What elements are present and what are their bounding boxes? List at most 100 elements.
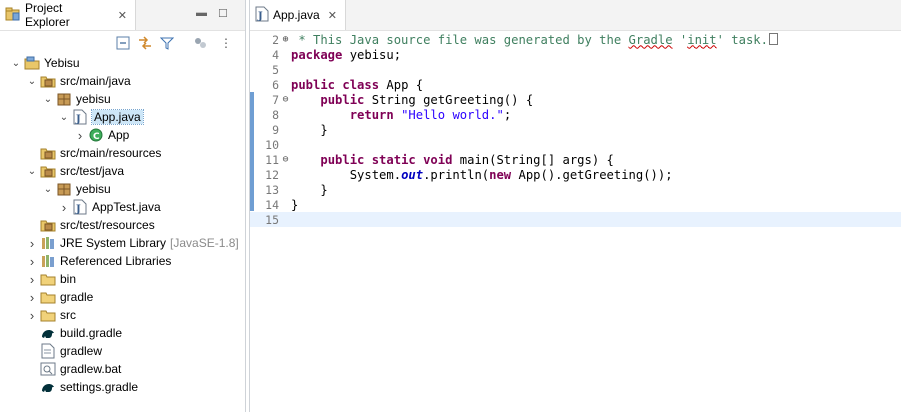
chevron-right-icon[interactable]: › (74, 128, 86, 143)
code-line[interactable]: 12 System.out.println(new App().getGreet… (250, 167, 901, 182)
tree-item-label: Yebisu (44, 56, 80, 70)
tree-item-label: AppTest.java (92, 200, 161, 214)
tree-item[interactable]: src/test/resources (26, 216, 155, 234)
code-line[interactable]: 2 ⊕ * This Java source file was generated… (250, 32, 901, 47)
source-folder-icon (40, 163, 56, 179)
tab-project-explorer[interactable]: Project Explorer ✕ (0, 0, 136, 30)
code-line[interactable]: 9 } (250, 122, 901, 137)
tree-item[interactable]: ⌄ src/test/java (26, 162, 124, 180)
tree-item[interactable]: › JRE System Library [JavaSE-1.8] (26, 234, 239, 252)
focus-icon[interactable] (192, 35, 208, 51)
line-number: 7 (272, 92, 279, 107)
code-line[interactable]: 10 (250, 137, 901, 152)
package-icon (56, 181, 72, 197)
code-text: } (291, 197, 299, 212)
code-editor[interactable]: 2 ⊕ * This Java source file was generated… (250, 32, 901, 412)
chevron-right-icon[interactable]: › (26, 272, 38, 287)
svg-text:C: C (93, 132, 100, 142)
chevron-down-icon[interactable]: ⌄ (42, 94, 54, 105)
tree-item[interactable]: src/main/resources (26, 144, 161, 162)
code-text: * This Java source file was generated by… (291, 32, 778, 47)
link-with-editor-icon[interactable] (137, 35, 153, 51)
tree-item[interactable]: ⌄ J App.java (58, 108, 144, 126)
explorer-tab-bar: Project Explorer ✕ ▬ ☐ (0, 0, 245, 31)
tab-label: Project Explorer (25, 1, 70, 29)
tree-item[interactable]: ⌄ yebisu (42, 90, 111, 108)
tree-item-label: bin (60, 272, 77, 286)
text-file-icon (40, 343, 56, 359)
line-number: 2 (272, 32, 279, 47)
code-line[interactable]: 6 public class App { (250, 77, 901, 92)
code-text: } (291, 182, 328, 197)
chevron-right-icon[interactable]: › (26, 308, 38, 323)
tree-item[interactable]: › src (26, 306, 76, 324)
tree-item[interactable]: build.gradle (26, 324, 122, 342)
line-number: 15 (265, 212, 279, 227)
chevron-right-icon[interactable]: › (58, 200, 70, 215)
tree-item-label: App (108, 128, 130, 142)
tree-item[interactable]: › bin (26, 270, 76, 288)
library-icon (40, 235, 56, 251)
code-text: System.out.println(new App().getGreeting… (291, 167, 673, 182)
tab-app-java[interactable]: J App.java ✕ (250, 0, 346, 30)
tree-item[interactable]: settings.gradle (26, 378, 138, 396)
collapse-fold-icon[interactable]: ⊖ (280, 154, 291, 165)
code-text: package yebisu; (291, 47, 402, 62)
maximize-icon[interactable]: ☐ (218, 7, 228, 20)
project-icon (24, 55, 40, 71)
line-number: 12 (265, 167, 279, 182)
code-line[interactable]: 7 ⊖ public String getGreeting() { (250, 92, 901, 107)
tree-item[interactable]: › C App (74, 126, 130, 144)
filter-icon[interactable] (159, 35, 175, 51)
line-number: 11 (265, 152, 279, 167)
tree-item-label: src/main/java (60, 74, 131, 88)
source-folder-icon (40, 73, 56, 89)
chevron-right-icon[interactable]: › (26, 254, 38, 269)
line-number: 13 (265, 182, 279, 197)
close-icon[interactable]: ✕ (118, 9, 127, 22)
code-line[interactable]: 5 (250, 62, 901, 77)
expand-fold-icon[interactable]: ⊕ (280, 34, 291, 45)
library-icon (40, 253, 56, 269)
code-line[interactable]: 8 return "Hello world."; (250, 107, 901, 122)
minimize-icon[interactable]: ▬ (196, 7, 207, 19)
tree-item[interactable]: gradlew.bat (26, 360, 121, 378)
tree-item-label: settings.gradle (60, 380, 139, 394)
bat-file-icon (40, 361, 56, 377)
chevron-right-icon[interactable]: › (26, 236, 38, 251)
tree-item-label: App.java (91, 109, 144, 125)
tree-item[interactable]: ⌄ src/main/java (26, 72, 131, 90)
chevron-right-icon[interactable]: › (26, 290, 38, 305)
tree-item-label: Referenced Libraries (60, 254, 172, 268)
tree-item[interactable]: gradlew (26, 342, 102, 360)
code-line[interactable]: 13 } (250, 182, 901, 197)
chevron-down-icon[interactable]: ⌄ (10, 58, 22, 69)
gradle-file-icon (40, 325, 56, 341)
line-number: 4 (272, 47, 279, 62)
code-line[interactable]: 4 package yebisu; (250, 47, 901, 62)
close-icon[interactable]: ✕ (328, 9, 337, 22)
source-folder-icon (40, 145, 56, 161)
chevron-down-icon[interactable]: ⌄ (58, 112, 70, 123)
tree-item-label: src/test/resources (60, 218, 155, 232)
tree-item[interactable]: › Referenced Libraries (26, 252, 172, 270)
line-number: 9 (272, 122, 279, 137)
code-line[interactable]: 14} (250, 197, 901, 212)
collapse-fold-icon[interactable]: ⊖ (280, 94, 291, 105)
tree-item[interactable]: ⌄ yebisu (42, 180, 111, 198)
chevron-down-icon[interactable]: ⌄ (26, 166, 38, 177)
project-explorer-view: Project Explorer ✕ ▬ ☐ ⋮ ⌄ Yebisu ⌄ src/mai… (0, 0, 246, 412)
tree-item[interactable]: › J AppTest.java (58, 198, 161, 216)
tree-item-label: src/main/resources (60, 146, 162, 160)
tree-item[interactable]: › gradle (26, 288, 94, 306)
view-menu-icon[interactable]: ⋮ (218, 35, 234, 51)
chevron-down-icon[interactable]: ⌄ (26, 76, 38, 87)
tab-label: App.java (273, 8, 320, 22)
code-line[interactable]: 15 (250, 212, 901, 227)
tree-item-label: src/test/java (60, 164, 125, 178)
collapse-all-icon[interactable] (115, 35, 131, 51)
chevron-down-icon[interactable]: ⌄ (42, 184, 54, 195)
tree-item[interactable]: ⌄ Yebisu (10, 54, 80, 72)
folder-icon (40, 307, 56, 323)
code-line[interactable]: 11 ⊖ public static void main(String[] arg… (250, 152, 901, 167)
